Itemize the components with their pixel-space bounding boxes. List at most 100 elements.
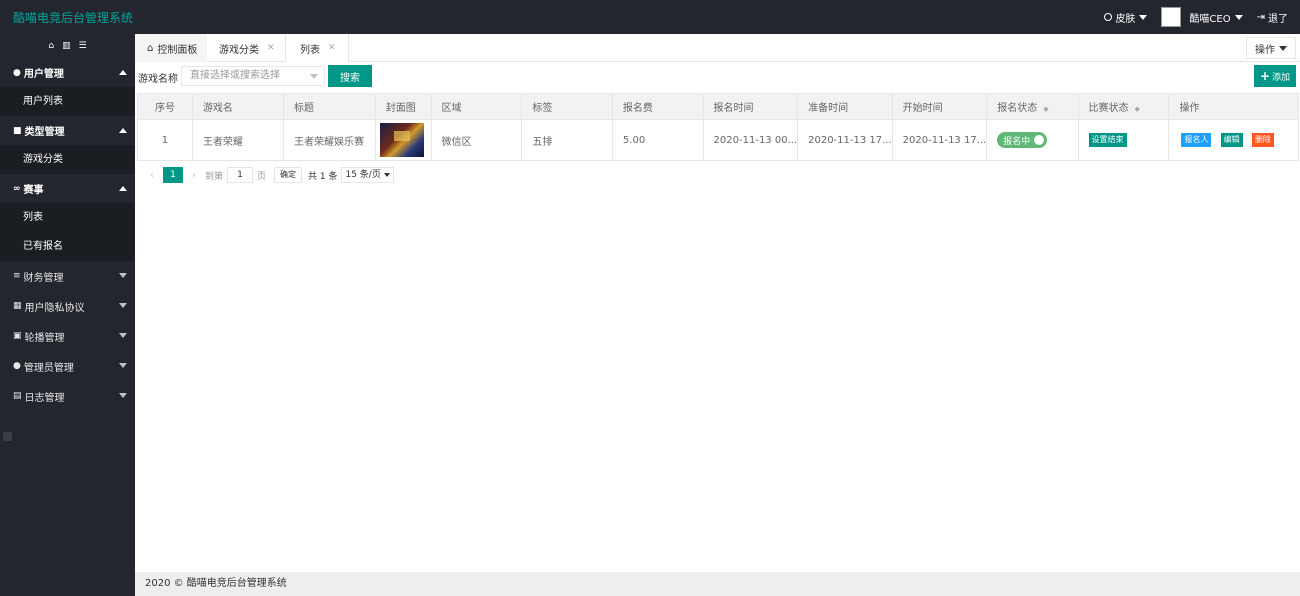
top-header: 酷喵电竞后台管理系统 皮肤 酷喵CEO ⇥ 退了 <box>0 0 1300 34</box>
chevron-down-icon <box>119 363 127 368</box>
caret-down-icon <box>1139 14 1148 20</box>
edit-button[interactable]: 编辑 <box>1220 133 1243 147</box>
gamepad-icon: ∞ <box>13 183 21 194</box>
sidebar-item-game-category[interactable]: 游戏分类 <box>0 145 135 174</box>
caret-down-icon <box>383 173 390 177</box>
select-placeholder: 直接选择或搜索选择 <box>190 70 280 81</box>
cell-id: 1 <box>137 119 193 161</box>
user-menu[interactable]: 酷喵CEO <box>1161 7 1243 27</box>
chevron-down-icon <box>119 393 127 398</box>
col-header-match-status[interactable]: 比赛状态 ◆ <box>1077 93 1170 120</box>
menu-icon[interactable]: ☰ <box>79 41 87 51</box>
chevron-down-icon <box>119 273 127 278</box>
caret-down-icon <box>310 74 318 79</box>
col-header-region: 区域 <box>430 93 523 120</box>
cell-start-time: 2020-11-13 17... <box>891 119 988 161</box>
nav-head-label: 类型管理 <box>24 127 65 138</box>
sort-icon[interactable]: ◆ <box>1135 105 1140 113</box>
table-row: 1 王者荣耀 王者荣耀娱乐赛 微信区 五排 5.00 2020-11-13 00… <box>137 119 1299 161</box>
chevron-down-icon <box>119 303 127 308</box>
page-number-input[interactable]: 1 <box>227 167 254 183</box>
folder-icon: ■ <box>13 125 22 136</box>
app-logo-title[interactable]: 酷喵电竞后台管理系统 <box>13 9 133 26</box>
close-icon[interactable]: ✕ <box>328 43 336 53</box>
header-label: 比赛状态 <box>1088 103 1129 114</box>
home-icon[interactable]: ⌂ <box>48 41 54 51</box>
cell-game: 王者荣耀 <box>191 119 284 161</box>
search-button[interactable]: 搜索 <box>328 65 372 87</box>
cover-image[interactable] <box>379 123 424 157</box>
nav-head-label: 管理员管理 <box>23 362 74 374</box>
nav-head-type-management[interactable]: ■ 类型管理 <box>0 116 135 145</box>
nav-head-event[interactable]: ∞ 赛事 <box>0 174 135 203</box>
nav-head-label: 用户管理 <box>23 69 64 80</box>
sidebar-item-signed-up[interactable]: 已有报名 <box>0 232 135 261</box>
signups-button[interactable]: 报名人 <box>1181 133 1212 147</box>
add-label: 添加 <box>1272 72 1291 83</box>
cell-tag: 五排 <box>521 119 613 161</box>
cell-fee: 5.00 <box>611 119 704 161</box>
set-finished-button[interactable]: 设置结束 <box>1088 133 1127 147</box>
caret-down-icon <box>1234 14 1243 20</box>
nav-head-user-management[interactable]: ● 用户管理 <box>0 58 135 87</box>
search-toolbar: 游戏名称 直接选择或搜索选择 搜索 + 添加 <box>135 62 1300 92</box>
col-header-fee: 报名费 <box>611 93 704 120</box>
switch-knob <box>1034 135 1045 145</box>
book-icon: ▤ <box>13 391 22 401</box>
ops-label: 操作 <box>1255 44 1275 56</box>
total-count: 共 1 条 <box>308 171 338 182</box>
home-icon: ⌂ <box>147 42 154 54</box>
trash-icon[interactable]: ▥ <box>62 41 71 51</box>
cell-signup-time: 2020-11-13 00... <box>702 119 799 161</box>
prev-page-icon[interactable]: ‹ <box>145 170 159 181</box>
nav-head-logs[interactable]: ▤ 日志管理 <box>0 381 135 411</box>
avatar <box>1161 7 1182 27</box>
signup-status-switch[interactable]: 报名中 <box>997 132 1048 148</box>
tab-label: 列表 <box>300 44 320 56</box>
goto-label: 到第 <box>205 171 224 182</box>
caret-down-icon <box>1279 45 1287 51</box>
sidebar-item-user-list[interactable]: 用户列表 <box>0 87 135 116</box>
col-header-start-time: 开始时间 <box>891 93 988 120</box>
circle-icon <box>1104 13 1113 21</box>
logout-button[interactable]: ⇥ 退了 <box>1257 10 1288 25</box>
close-icon[interactable]: ✕ <box>267 43 275 53</box>
col-header-game: 游戏名 <box>191 93 284 120</box>
col-header-prepare-time: 准备时间 <box>797 93 893 120</box>
table-header: 序号 游戏名 标题 封面图 区域 标签 报名费 报名时间 准备时间 开始时间 报… <box>137 93 1299 120</box>
skin-menu[interactable]: 皮肤 <box>1104 10 1148 25</box>
col-header-signup-status[interactable]: 报名状态 ◆ <box>986 93 1079 120</box>
cell-title: 王者荣耀娱乐赛 <box>282 119 376 161</box>
chevron-up-icon <box>119 186 127 191</box>
switch-label: 报名中 <box>1003 136 1031 147</box>
sidebar-item-event-list[interactable]: 列表 <box>0 203 135 232</box>
nav-head-label: 赛事 <box>23 185 44 196</box>
page-size-select[interactable]: 15 条/页 <box>341 167 394 183</box>
tab-dashboard[interactable]: ⌂ 控制面板 <box>135 34 207 62</box>
cell-signup-status: 报名中 <box>986 119 1079 161</box>
nav-head-privacy[interactable]: ▦ 用户隐私协议 <box>0 291 135 321</box>
game-name-select[interactable]: 直接选择或搜索选择 <box>181 66 325 86</box>
nav-group-event: ∞ 赛事 列表 已有报名 <box>0 174 135 261</box>
tab-game-category[interactable]: 游戏分类 ✕ <box>207 34 285 62</box>
add-button[interactable]: + 添加 <box>1254 65 1296 87</box>
current-page[interactable]: 1 <box>163 167 183 183</box>
tab-list[interactable]: 列表 ✕ <box>285 34 349 62</box>
sort-icon[interactable]: ◆ <box>1043 105 1048 113</box>
confirm-page-button[interactable]: 确定 <box>274 167 303 183</box>
user-icon: ● <box>13 67 21 78</box>
tabs-operations-button[interactable]: 操作 <box>1246 37 1296 59</box>
cell-match-status: 设置结束 <box>1077 119 1170 161</box>
nav-head-label: 财务管理 <box>23 272 64 284</box>
delete-button[interactable]: 删除 <box>1251 133 1274 147</box>
page-size-label: 15 条/页 <box>345 170 381 180</box>
nav-head-admin[interactable]: ● 管理员管理 <box>0 351 135 381</box>
next-page-icon[interactable]: › <box>187 170 201 181</box>
header-label: 报名状态 <box>997 103 1038 114</box>
nav-head-carousel[interactable]: ▣ 轮播管理 <box>0 321 135 351</box>
nav-group-type: ■ 类型管理 游戏分类 <box>0 116 135 174</box>
chevron-down-icon <box>119 333 127 338</box>
sidebar-collapse-toggle[interactable] <box>3 432 12 441</box>
nav-head-finance[interactable]: ≡ 财务管理 <box>0 261 135 291</box>
sidebar: ⌂ ▥ ☰ ● 用户管理 用户列表 ■ 类型管理 游戏分类 ∞ 赛事 列表 已有… <box>0 34 135 596</box>
